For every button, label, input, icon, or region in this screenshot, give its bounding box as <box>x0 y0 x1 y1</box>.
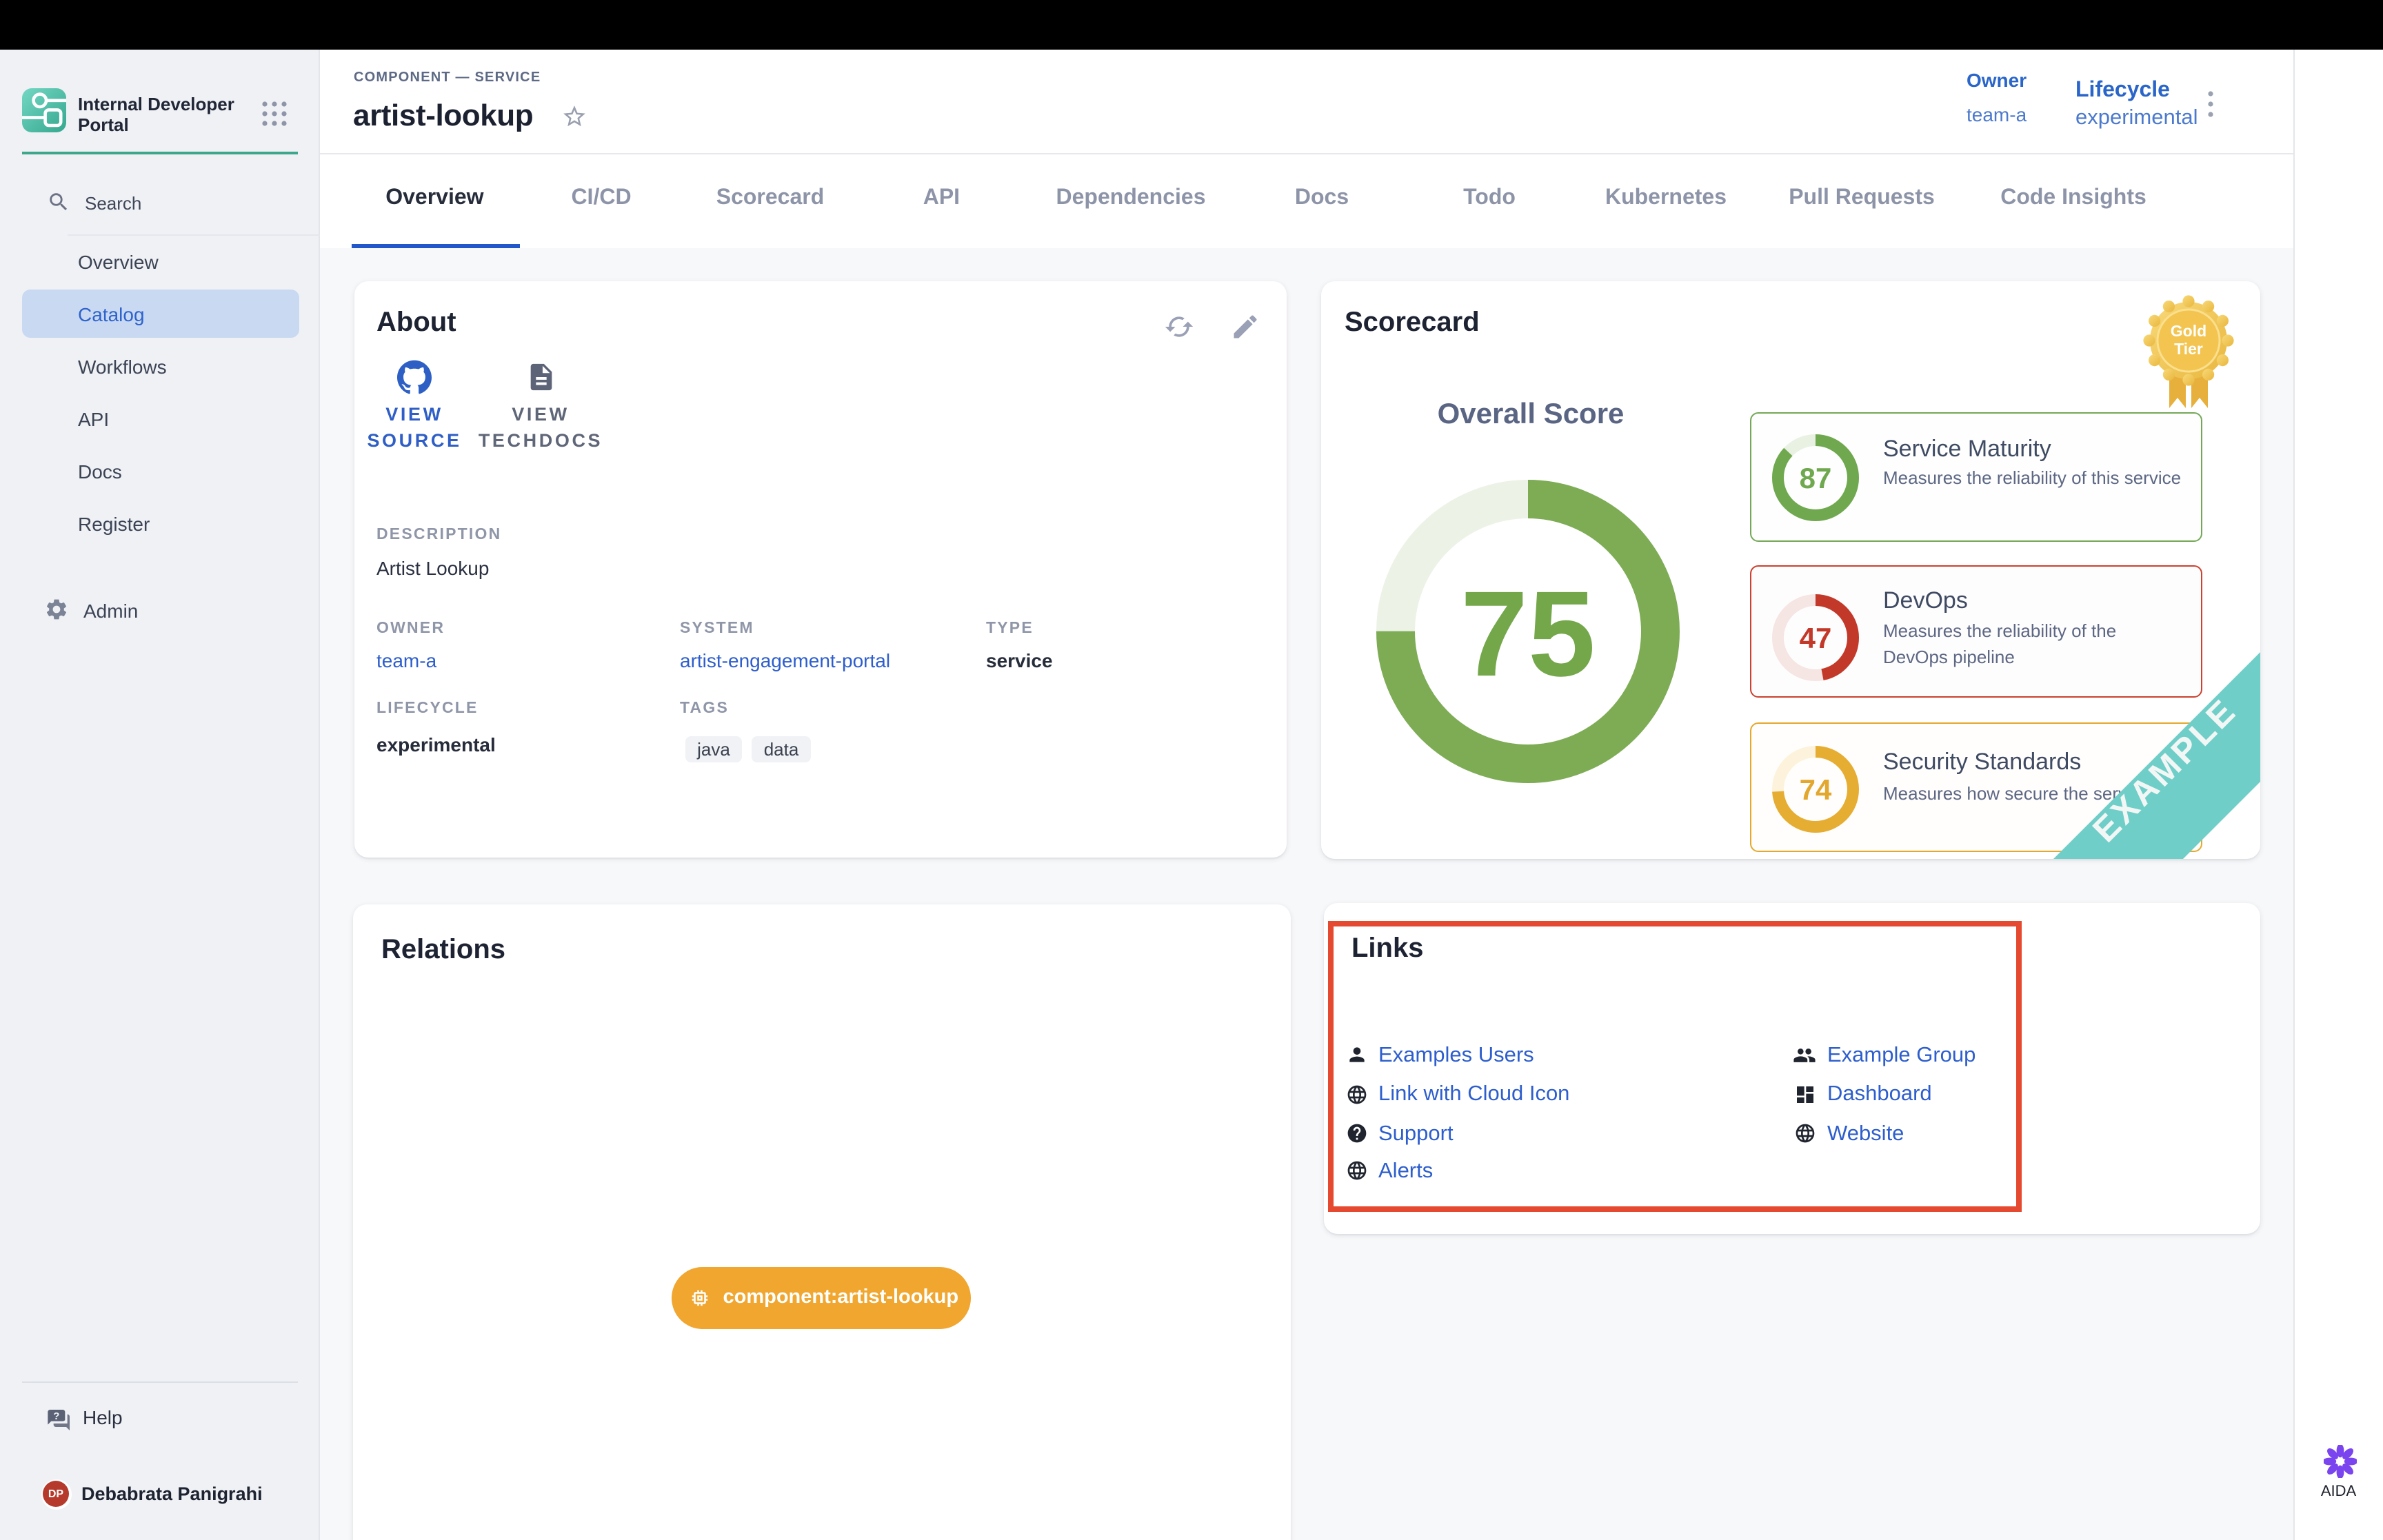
svg-text:Gold: Gold <box>2170 322 2206 340</box>
svg-text:?: ? <box>53 1410 59 1422</box>
svg-text:Tier: Tier <box>2173 340 2202 358</box>
